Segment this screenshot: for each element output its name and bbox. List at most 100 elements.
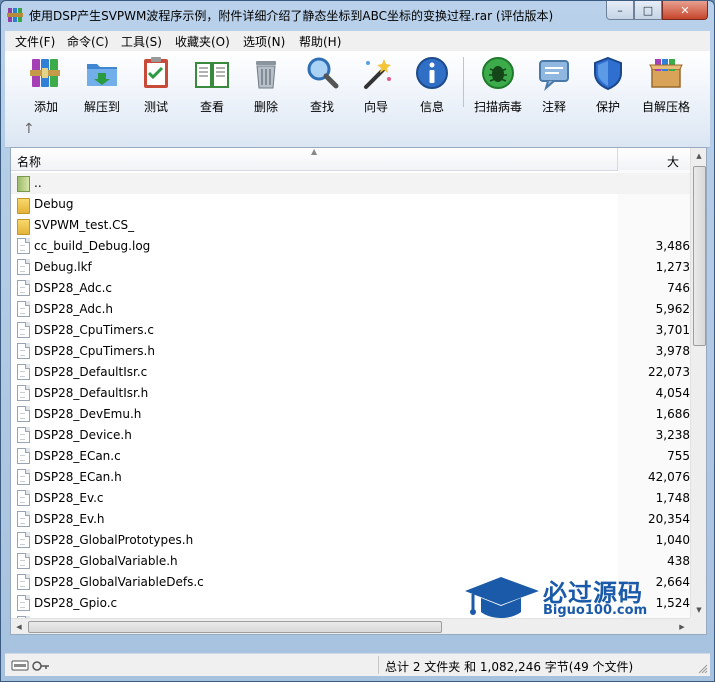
protect-label: 保护: [595, 100, 620, 114]
shield-icon: [594, 56, 622, 91]
parent-folder-row[interactable]: ..: [11, 173, 690, 194]
file-name: DSP28_Gpio.c: [34, 596, 118, 610]
file-row[interactable]: Debug.lkf 1,273: [11, 257, 690, 278]
file-name: DSP28_ECan.c: [34, 449, 121, 463]
file-row[interactable]: DSP28_CpuTimers.h 3,978: [11, 341, 690, 362]
magnifier-icon: [307, 57, 339, 89]
wizard-label: 向导: [363, 100, 388, 114]
comment-label: 注释: [541, 100, 566, 114]
virus-scan-button[interactable]: 扫描病毒: [469, 55, 527, 115]
menu-tools[interactable]: 工具(S): [121, 33, 162, 50]
sfx-box-icon: [649, 59, 683, 88]
file-icon: [17, 322, 30, 338]
file-row[interactable]: cc_build_Debug.log 3,486: [11, 236, 690, 257]
test-label: 测试: [143, 100, 168, 114]
file-row[interactable]: DSP28_Ev.h 20,354: [11, 509, 690, 530]
folder-row[interactable]: Debug: [11, 194, 690, 215]
file-icon: [17, 511, 30, 527]
file-row[interactable]: DSP28_Adc.h 5,962: [11, 299, 690, 320]
menu-options[interactable]: 选项(N): [243, 33, 285, 50]
menu-favorites[interactable]: 收藏夹(O): [175, 33, 230, 50]
up-folder-button[interactable]: ↑: [23, 121, 35, 137]
status-bar: 总计 2 文件夹 和 1,082,246 字节(49 个文件): [5, 653, 710, 676]
sfx-label: 自解压格: [641, 100, 690, 114]
file-row[interactable]: DSP28_CpuTimers.c 3,701: [11, 320, 690, 341]
view-label: 查看: [199, 100, 224, 114]
file-row[interactable]: DSP28_DefaultIsr.c 22,073: [11, 362, 690, 383]
list-header: 名称 ▲ 大小: [11, 147, 690, 186]
scroll-right-icon[interactable]: ▶: [674, 619, 690, 634]
add-label: 添加: [33, 100, 58, 114]
graduation-cap-icon: [465, 577, 539, 618]
resize-grip-icon[interactable]: [698, 664, 708, 674]
close-button[interactable]: ✕: [662, 1, 708, 20]
file-name: SVPWM_test.CS_: [34, 218, 135, 232]
file-size: 1,273: [655, 260, 690, 274]
protect-button[interactable]: 保护: [579, 55, 637, 115]
file-size: 3,978: [655, 344, 690, 358]
sfx-button[interactable]: 自解压格: [637, 55, 695, 115]
title-bar[interactable]: 使用DSP产生SVPWM波程序示例，附件详细介绍了静态坐标到ABC坐标的变换过程…: [1, 1, 714, 29]
menu-help[interactable]: 帮助(H): [299, 33, 341, 50]
file-size: 746: [667, 281, 690, 295]
file-name: DSP28_Ev.c: [34, 491, 104, 505]
view-button[interactable]: 查看: [183, 55, 241, 115]
menu-file[interactable]: 文件(F): [15, 33, 55, 50]
vertical-scrollbar[interactable]: ▲ ▼: [690, 148, 706, 618]
wizard-button[interactable]: 向导: [347, 55, 405, 115]
file-row[interactable]: DSP28_DevEmu.h 1,686: [11, 404, 690, 425]
scroll-left-icon[interactable]: ◀: [11, 619, 27, 634]
delete-label: 删除: [253, 100, 278, 114]
find-button[interactable]: 查找: [293, 55, 351, 115]
file-name: DSP28_Adc.c: [34, 281, 112, 295]
file-size: 3,486: [655, 239, 690, 253]
column-header-name[interactable]: 名称: [17, 153, 41, 170]
window-title: 使用DSP产生SVPWM波程序示例，附件详细介绍了静态坐标到ABC坐标的变换过程…: [29, 9, 554, 23]
add-button[interactable]: 添加: [17, 55, 75, 115]
file-name: DSP28_GlobalPrototypes.h: [34, 533, 194, 547]
file-row[interactable]: DSP28_ECan.c 755: [11, 446, 690, 467]
file-icon: [17, 364, 30, 380]
file-icon: [17, 259, 30, 275]
file-name: ..: [34, 176, 42, 190]
file-row[interactable]: DSP28_DefaultIsr.h 4,054: [11, 383, 690, 404]
file-name: Debug.lkf: [34, 260, 92, 274]
file-row[interactable]: DSP28_Device.h 3,238: [11, 425, 690, 446]
extract-to-button[interactable]: 解压到: [73, 55, 131, 115]
folder-icon: [17, 198, 30, 214]
menu-commands[interactable]: 命令(C): [67, 33, 109, 50]
comment-button[interactable]: 注释: [525, 55, 583, 115]
scroll-down-icon[interactable]: ▼: [691, 602, 706, 618]
folder-row[interactable]: SVPWM_test.CS_: [11, 215, 690, 236]
scroll-up-icon[interactable]: ▲: [691, 148, 706, 164]
toolbar-separator: [463, 57, 464, 107]
test-clipboard-icon: [144, 57, 168, 88]
file-row[interactable]: DSP28_GlobalPrototypes.h 1,040: [11, 530, 690, 551]
file-name: DSP28_DefaultIsr.h: [34, 386, 149, 400]
file-icon: [17, 532, 30, 548]
file-row[interactable]: DSP28_ECan.h 42,076: [11, 467, 690, 488]
scroll-corner: [690, 618, 706, 634]
test-button[interactable]: 测试: [127, 55, 185, 115]
file-icon: [17, 469, 30, 485]
find-label: 查找: [309, 100, 334, 114]
maximize-button[interactable]: □: [634, 1, 662, 20]
file-row[interactable]: DSP28_GlobalVariable.h 438: [11, 551, 690, 572]
info-button[interactable]: 信息: [403, 55, 461, 115]
delete-button[interactable]: 删除: [237, 55, 295, 115]
file-name: DSP28_DefaultIsr.c: [34, 365, 148, 379]
horizontal-scroll-thumb[interactable]: [28, 621, 442, 633]
file-icon: [17, 343, 30, 359]
minimize-button[interactable]: –: [606, 1, 634, 20]
watermark-logo: 必过源码 Biguo100.com: [463, 571, 673, 627]
status-disk-icon: [11, 660, 49, 671]
file-row[interactable]: DSP28_Adc.c 746: [11, 278, 690, 299]
file-row[interactable]: DSP28_Ev.c 1,748: [11, 488, 690, 509]
file-icon: [17, 280, 30, 296]
file-size: 3,238: [655, 428, 690, 442]
winrar-app-icon[interactable]: [7, 7, 23, 23]
sort-ascending-icon: ▲: [311, 147, 318, 156]
folder-icon: [17, 219, 30, 235]
column-divider[interactable]: [617, 148, 618, 170]
vertical-scroll-thumb[interactable]: [693, 166, 706, 346]
